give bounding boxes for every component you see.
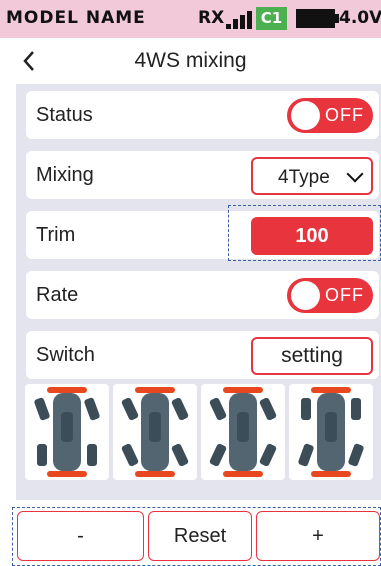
mix-type-rear[interactable] <box>289 384 373 480</box>
trim-focus-outline <box>228 205 381 261</box>
settings-panel: Status OFF Mixing 4Type Trim 100 Rate OF… <box>16 84 381 500</box>
status-toggle-text: OFF <box>325 105 364 125</box>
mixing-row: Mixing 4Type <box>26 151 379 199</box>
plus-button[interactable]: + <box>256 511 380 561</box>
switch-label: Switch <box>36 344 95 366</box>
mix-type-selector <box>16 384 381 480</box>
same-direction-steer-car-icon <box>121 387 189 477</box>
toggle-knob <box>291 281 320 310</box>
status-label: Status <box>36 104 93 126</box>
mix-type-front[interactable] <box>25 384 109 480</box>
switch-setting-button[interactable]: setting <box>251 337 373 375</box>
mix-type-same-direction[interactable] <box>113 384 197 480</box>
model-name: MODEL NAME <box>6 8 146 28</box>
battery-icon <box>296 9 335 28</box>
rear-steer-car-icon <box>298 387 364 477</box>
trim-label: Trim <box>36 224 76 246</box>
page-title: 4WS mixing <box>134 49 247 72</box>
status-bar: MODEL NAME RX C1 4.0V <box>0 0 381 38</box>
rx-label: RX <box>198 8 225 28</box>
status-toggle[interactable]: OFF <box>287 98 373 133</box>
chevron-down-icon <box>346 165 364 183</box>
switch-row: Switch setting <box>26 331 379 379</box>
rate-toggle[interactable]: OFF <box>287 278 373 313</box>
mixing-select[interactable]: 4Type <box>251 157 373 195</box>
status-row: Status OFF <box>26 91 379 139</box>
mix-type-opposite-direction[interactable] <box>201 384 285 480</box>
front-steer-car-icon <box>34 387 100 477</box>
mixing-label: Mixing <box>36 164 94 186</box>
rate-toggle-text: OFF <box>325 285 364 305</box>
opposite-direction-steer-car-icon <box>209 387 277 477</box>
rate-label: Rate <box>36 284 79 306</box>
rate-row: Rate OFF <box>26 271 379 319</box>
toggle-knob <box>291 101 320 130</box>
mixing-select-value: 4Type <box>278 167 330 188</box>
battery-voltage: 4.0V <box>339 8 381 28</box>
reset-button[interactable]: Reset <box>148 511 252 561</box>
signal-bars-icon <box>226 11 252 29</box>
title-bar: 4WS mixing <box>0 38 381 84</box>
minus-button[interactable]: - <box>17 511 144 561</box>
channel-badge: C1 <box>256 7 287 30</box>
